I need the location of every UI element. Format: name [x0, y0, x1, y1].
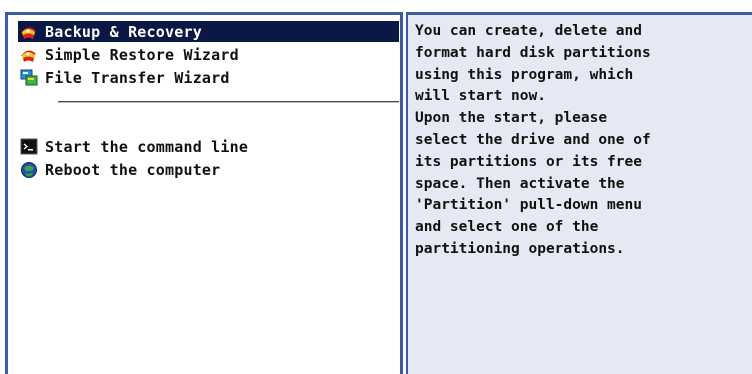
boot-menu-screen: Backup & Recovery Simple Restore Wizard [0, 0, 752, 374]
menu-item-label: Simple Restore Wizard [45, 45, 239, 64]
description-text: You can create, delete and format hard d… [415, 23, 651, 257]
menu-panel: Backup & Recovery Simple Restore Wizard [5, 12, 403, 374]
menu-item-backup-recovery[interactable]: Backup & Recovery [18, 21, 399, 42]
terminal-icon [18, 137, 39, 156]
description-panel: You can create, delete and format hard d… [406, 12, 752, 374]
menu-item-simple-restore-wizard[interactable]: Simple Restore Wizard [18, 44, 399, 65]
menu-item-start-command-line[interactable]: Start the command line [18, 136, 399, 157]
menu-item-label: Start the command line [45, 137, 249, 156]
backup-recovery-icon [18, 22, 39, 41]
file-transfer-icon [18, 68, 39, 87]
menu-item-label: Reboot the computer [45, 160, 221, 179]
menu-item-file-transfer-wizard[interactable]: File Transfer Wizard [18, 67, 399, 88]
menu-divider [58, 101, 399, 103]
menu-item-label: File Transfer Wizard [45, 68, 230, 87]
menu-item-label: Backup & Recovery [45, 22, 202, 41]
reboot-icon [18, 160, 39, 179]
menu-item-reboot-computer[interactable]: Reboot the computer [18, 159, 399, 180]
restore-wizard-icon [18, 45, 39, 64]
